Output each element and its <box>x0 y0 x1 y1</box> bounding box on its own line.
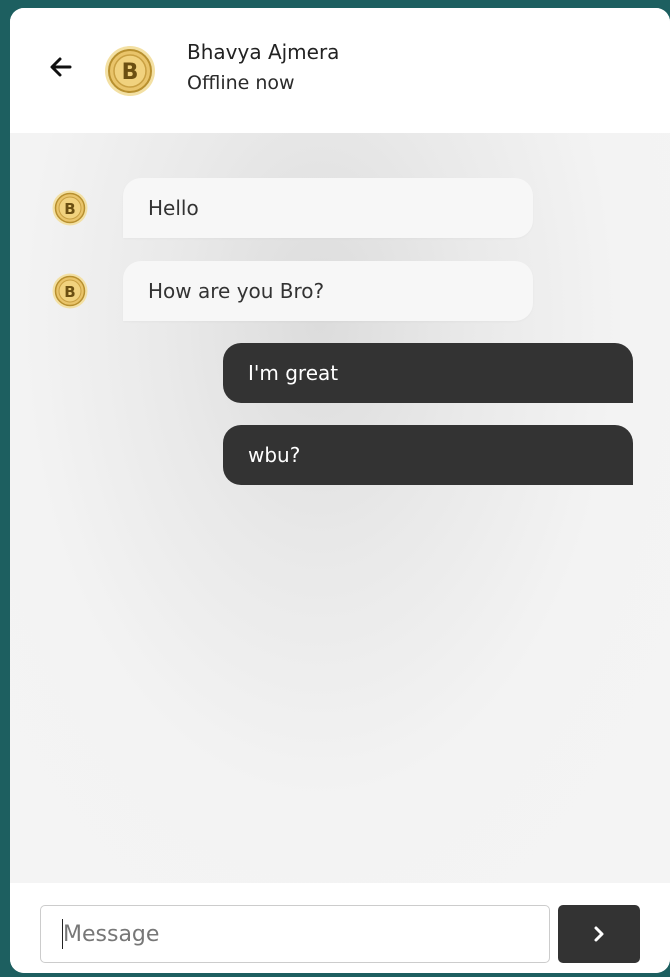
incoming-message: Hello <box>123 178 533 238</box>
contact-name: Bhavya Ajmera <box>187 40 340 64</box>
outgoing-message: I'm great <box>223 343 633 403</box>
outgoing-message: wbu? <box>223 425 633 485</box>
coin-avatar-icon: B <box>52 190 88 226</box>
contact-avatar[interactable]: B <box>104 45 156 97</box>
avatar-letter: B <box>64 283 75 301</box>
chat-window: B Bhavya Ajmera Offline now B Hello B Ho… <box>10 8 670 973</box>
back-button[interactable] <box>46 52 76 82</box>
message-text: How are you Bro? <box>148 279 325 303</box>
message-input[interactable] <box>40 905 550 963</box>
incoming-message: How are you Bro? <box>123 261 533 321</box>
avatar-letter: B <box>122 60 139 85</box>
coin-avatar-icon: B <box>105 46 155 96</box>
message-text: I'm great <box>248 361 339 385</box>
avatar-letter: B <box>64 200 75 218</box>
text-caret <box>62 919 63 949</box>
chevron-right-icon <box>594 926 604 942</box>
contact-status: Offline now <box>187 72 295 94</box>
chat-header: B Bhavya Ajmera Offline now <box>10 8 670 133</box>
message-text: Hello <box>148 196 199 220</box>
coin-avatar-icon: B <box>52 273 88 309</box>
send-button[interactable] <box>558 905 640 963</box>
chat-box[interactable]: B Hello B How are you Bro? I'm great wbu… <box>10 133 670 883</box>
contact-details: Bhavya Ajmera Offline now <box>187 36 339 98</box>
typing-area <box>10 883 670 973</box>
message-text: wbu? <box>248 443 301 467</box>
arrow-left-icon <box>50 57 72 77</box>
